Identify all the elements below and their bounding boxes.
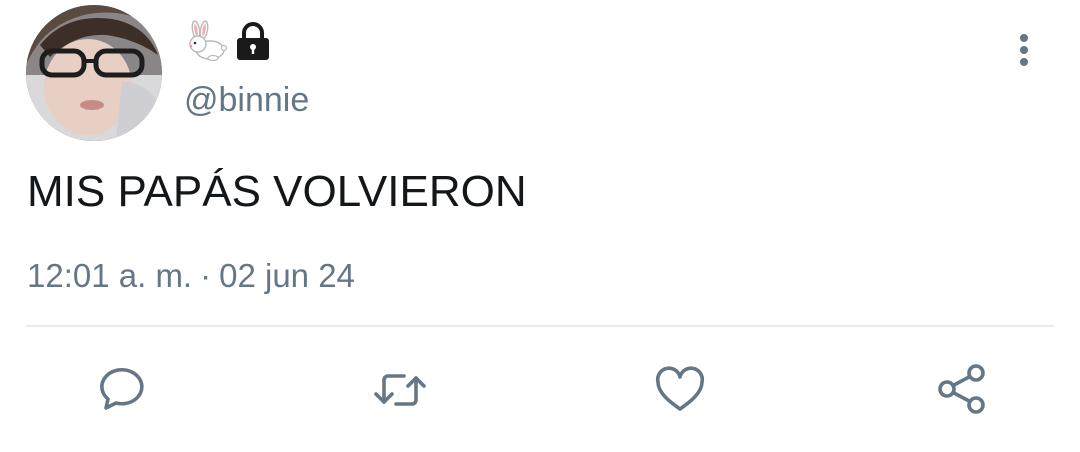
- retweet-button[interactable]: [372, 362, 428, 418]
- reply-button[interactable]: [90, 362, 146, 418]
- avatar[interactable]: [26, 5, 162, 141]
- divider: [26, 325, 1054, 327]
- tweet-time: 12:01 a. m.: [27, 257, 193, 294]
- retweet-icon: [374, 374, 426, 406]
- tweet-text: MIS PAPÁS VOLVIERON: [27, 167, 527, 216]
- speech-bubble-icon: [100, 367, 144, 410]
- tweet-date: 02 jun 24: [219, 257, 355, 294]
- avatar-image: [26, 5, 162, 141]
- share-button[interactable]: [934, 362, 990, 418]
- timestamp-separator: ·: [200, 257, 212, 294]
- display-name[interactable]: [183, 20, 271, 62]
- tweet-detail: @binnie MIS PAPÁS VOLVIERON 12:01 a. m. ·…: [0, 0, 1080, 452]
- heart-icon: [655, 366, 705, 411]
- lock-icon: [237, 22, 269, 60]
- like-button[interactable]: [652, 362, 708, 418]
- share-icon: [938, 364, 985, 414]
- more-options-button[interactable]: [1008, 30, 1040, 70]
- rabbit-icon: [189, 20, 227, 62]
- user-handle[interactable]: @binnie: [184, 80, 309, 120]
- tweet-timestamp: 12:01 a. m. · 02 jun 24: [27, 256, 355, 296]
- more-vertical-icon: [1020, 34, 1028, 66]
